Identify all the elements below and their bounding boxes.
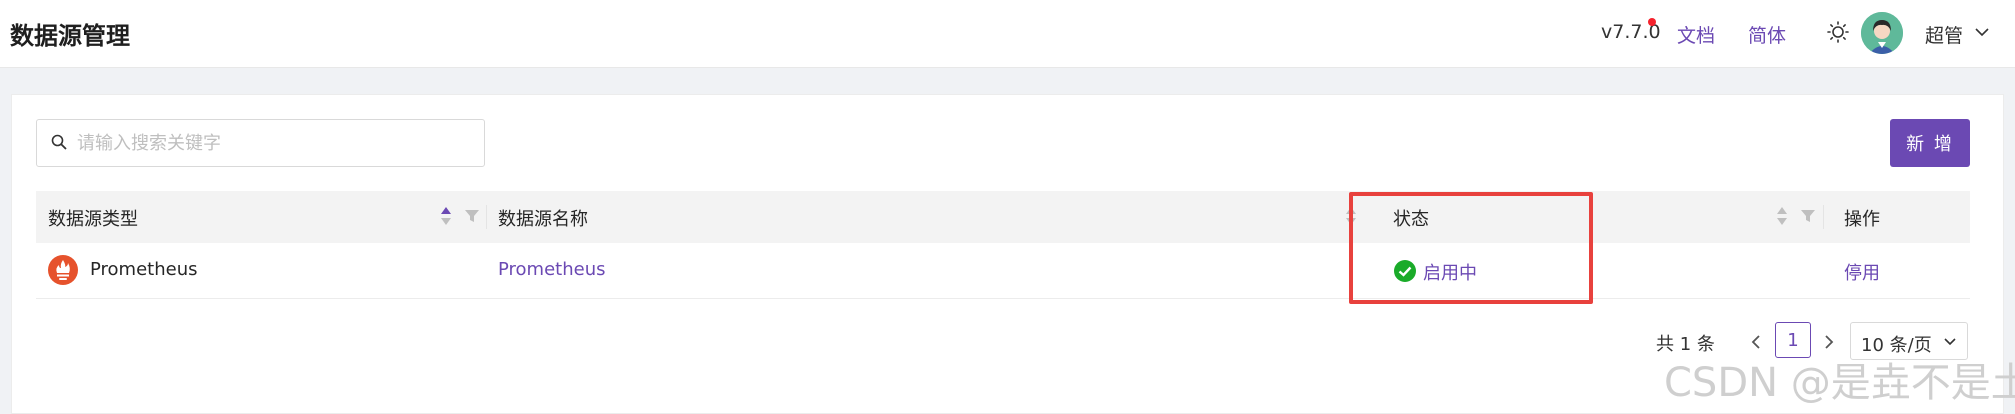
sort-icon[interactable]: [1776, 205, 1788, 227]
prometheus-icon: [48, 255, 78, 285]
user-avatar-icon: [1861, 12, 1903, 54]
column-divider: [486, 205, 487, 229]
watermark: CSDN @是垚不是土: [1664, 360, 2015, 406]
column-header-type[interactable]: 数据源类型: [48, 205, 138, 231]
datasource-name-link[interactable]: Prometheus: [498, 259, 606, 280]
top-header: 数据源管理 v7.7.0 文档 简体 超管: [0, 0, 2015, 68]
column-header-action: 操作: [1844, 209, 1880, 230]
search-input[interactable]: [77, 128, 477, 158]
chevron-down-icon[interactable]: [1974, 24, 1990, 40]
highlight-box: [1349, 192, 1593, 304]
add-button[interactable]: 新 增: [1890, 119, 1970, 167]
update-badge: [1648, 18, 1656, 26]
datasource-type: Prometheus: [90, 259, 198, 280]
page-title: 数据源管理: [10, 22, 130, 50]
search-icon: [51, 134, 67, 150]
column-divider: [1823, 205, 1824, 229]
sort-icon[interactable]: [440, 205, 452, 227]
filter-icon[interactable]: [464, 208, 480, 224]
chevron-down-icon: [1944, 338, 1956, 346]
user-name[interactable]: 超管: [1925, 21, 1963, 48]
docs-link[interactable]: 文档: [1677, 21, 1715, 48]
column-header-name[interactable]: 数据源名称: [498, 205, 588, 231]
filter-icon[interactable]: [1800, 208, 1816, 224]
language-switch[interactable]: 简体: [1748, 21, 1786, 48]
table-row: Prometheus Prometheus 启用中 停用: [36, 243, 1970, 299]
sun-icon[interactable]: [1826, 20, 1850, 44]
table-header: 数据源类型 数据源名称 状态 操作: [36, 191, 1970, 243]
search-box[interactable]: [36, 119, 485, 167]
disable-link[interactable]: 停用: [1844, 259, 1880, 285]
avatar[interactable]: [1861, 12, 1903, 54]
